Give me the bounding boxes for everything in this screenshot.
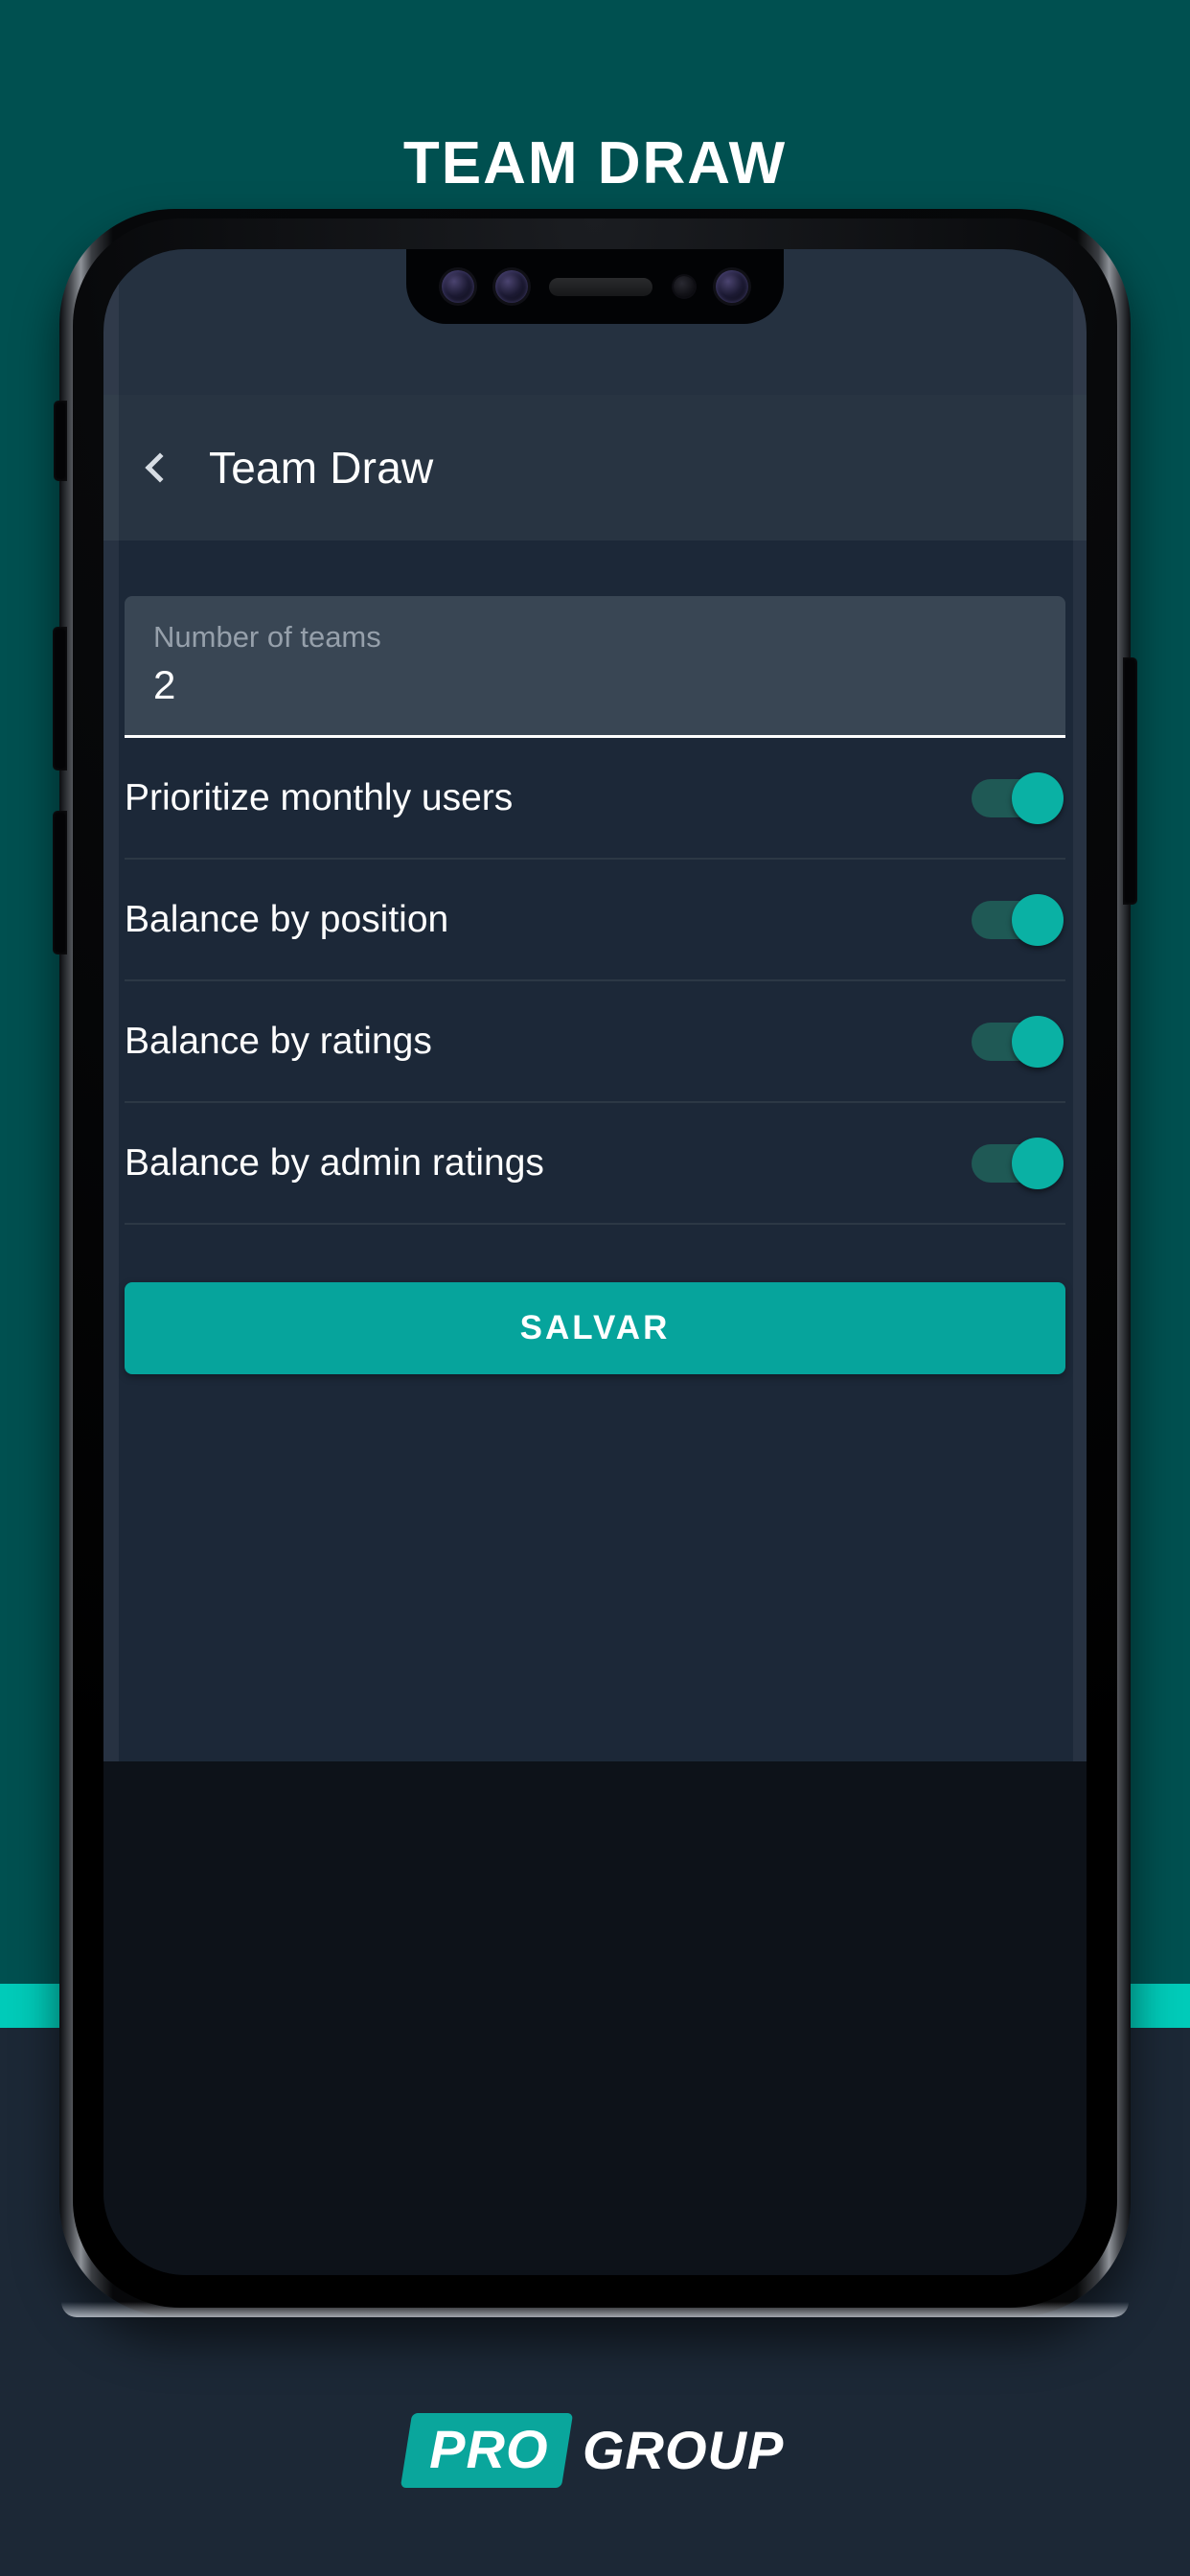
- logo-pro-badge: PRO: [400, 2413, 574, 2488]
- toggle-balance-by-admin-ratings[interactable]: [972, 1137, 1064, 1189]
- content-top-spacer: [103, 540, 1087, 596]
- toggle-balance-by-ratings[interactable]: [972, 1015, 1064, 1068]
- app-bar: Team Draw: [103, 395, 1087, 540]
- app-bar-title: Team Draw: [209, 443, 434, 493]
- camera-lens-icon: [442, 270, 474, 303]
- volume-down-button[interactable]: [53, 811, 67, 954]
- setting-row-prioritize-monthly-users[interactable]: Prioritize monthly users: [125, 738, 1065, 860]
- proximity-sensor-icon: [674, 276, 695, 297]
- phone-screen: Team Draw Number of teams 2 Prioritize m…: [103, 249, 1087, 2275]
- chevron-left-icon: [145, 452, 175, 483]
- setting-label: Prioritize monthly users: [125, 776, 514, 818]
- toggle-balance-by-position[interactable]: [972, 893, 1064, 946]
- silent-switch-button[interactable]: [54, 401, 67, 481]
- toggle-thumb: [1012, 771, 1064, 824]
- setting-row-balance-by-position[interactable]: Balance by position: [125, 860, 1065, 981]
- setting-row-balance-by-admin-ratings[interactable]: Balance by admin ratings: [125, 1103, 1065, 1225]
- settings-list: Prioritize monthly users Balance by posi…: [125, 738, 1065, 1225]
- phone-notch: [406, 249, 784, 324]
- toggle-prioritize-monthly-users[interactable]: [972, 771, 1064, 824]
- toggle-thumb: [1012, 1015, 1064, 1068]
- volume-up-button[interactable]: [53, 627, 67, 770]
- earpiece-speaker-icon: [549, 277, 652, 296]
- logo-pro-text: PRO: [428, 2419, 549, 2479]
- back-button[interactable]: [103, 395, 209, 540]
- toggle-thumb: [1012, 1137, 1064, 1189]
- setting-label: Balance by admin ratings: [125, 1141, 544, 1184]
- save-button[interactable]: SALVAR: [125, 1282, 1065, 1374]
- app-content: Number of teams 2 Prioritize monthly use…: [103, 540, 1087, 1761]
- screen-empty-area: [103, 1761, 1087, 2275]
- setting-label: Balance by ratings: [125, 1020, 432, 1062]
- setting-row-balance-by-ratings[interactable]: Balance by ratings: [125, 981, 1065, 1103]
- pro-group-logo: PRO GROUP: [0, 2413, 1190, 2488]
- number-of-teams-field[interactable]: Number of teams 2: [125, 596, 1065, 738]
- page-title: TEAM DRAW: [402, 130, 788, 196]
- camera-lens-icon: [495, 270, 528, 303]
- setting-label: Balance by position: [125, 898, 449, 940]
- power-button[interactable]: [1123, 657, 1137, 905]
- number-of-teams-label: Number of teams: [153, 620, 381, 654]
- camera-lens-icon: [716, 270, 748, 303]
- save-button-wrapper: SALVAR: [125, 1282, 1065, 1374]
- logo-group-text: GROUP: [583, 2420, 785, 2480]
- app-screenshot: Team Draw Number of teams 2 Prioritize m…: [103, 249, 1087, 1761]
- toggle-thumb: [1012, 893, 1064, 946]
- phone-mockup: Team Draw Number of teams 2 Prioritize m…: [53, 209, 1137, 2317]
- number-of-teams-value[interactable]: 2: [153, 662, 1037, 707]
